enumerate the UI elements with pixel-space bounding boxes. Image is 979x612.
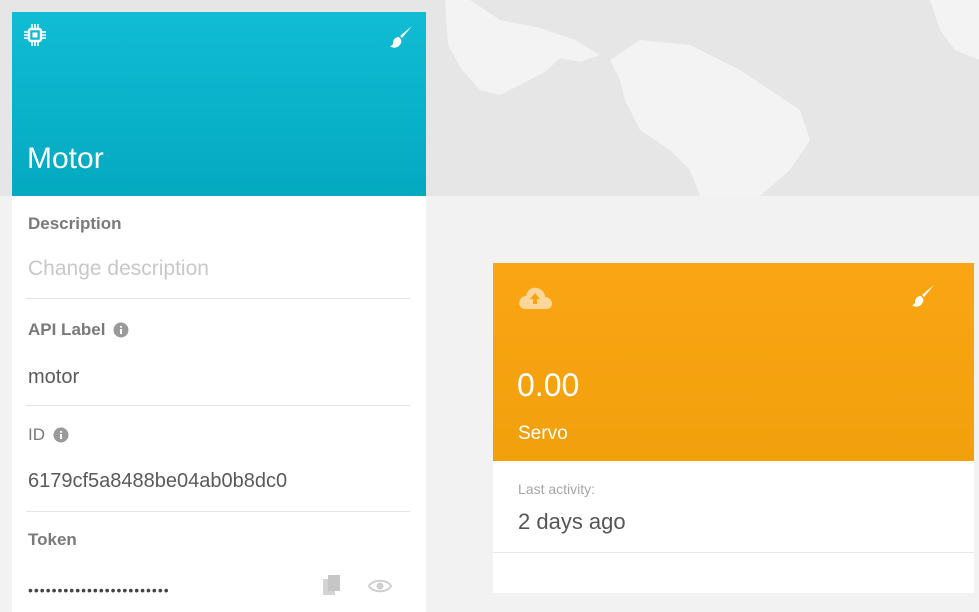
divider [493,552,974,553]
api-label-value[interactable]: motor [28,366,79,389]
api-label-label: API Label [28,320,129,340]
description-input[interactable]: Change description [28,257,209,281]
divider [26,405,410,406]
divider [26,298,410,299]
eye-icon[interactable] [368,578,392,594]
device-header: Motor [12,12,426,196]
token-label-text: Token [28,530,77,549]
id-value: 6179cf5a8488be04ab0b8dc0 [28,470,288,492]
variable-name: Servo [518,423,568,444]
token-value: •••••••••••••••••••••••• [28,582,170,598]
last-activity-label: Last activity: [518,481,596,497]
copy-icon[interactable] [321,573,343,597]
id-label: ID [28,425,69,445]
divider [26,511,410,512]
info-icon[interactable] [113,322,129,338]
device-card: Motor Description Change description API… [12,12,426,612]
paint-brush-icon[interactable] [910,283,936,309]
cloud-upload-icon [519,287,552,309]
chip-icon [24,24,46,46]
api-label-label-text: API Label [28,320,106,339]
device-title: Motor [27,142,104,175]
variable-card[interactable]: 0.00 Servo Last activity: 2 days ago [493,263,974,593]
last-activity-value: 2 days ago [518,509,626,534]
id-label-text: ID [28,425,45,444]
info-icon[interactable] [53,427,69,443]
description-label-text: Description [28,214,122,233]
variable-header: 0.00 Servo [493,263,974,461]
token-label: Token [28,530,77,550]
variable-value: 0.00 [517,367,580,403]
description-label: Description [28,214,122,234]
paint-brush-icon[interactable] [388,24,414,50]
